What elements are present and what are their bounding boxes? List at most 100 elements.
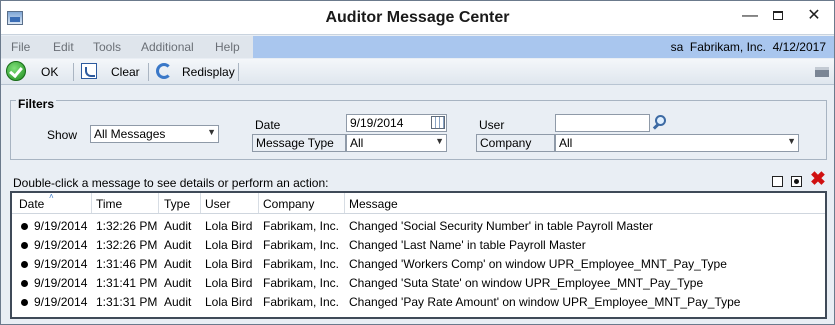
column-header-type[interactable]: Type bbox=[164, 197, 190, 211]
cell-time: 1:31:41 PM bbox=[96, 276, 158, 290]
show-select-value: All Messages bbox=[94, 127, 166, 141]
cell-date: 9/19/2014 bbox=[34, 257, 88, 271]
auditor-message-center-window: Auditor Message Center — ✕ File Edit Too… bbox=[0, 0, 835, 325]
column-header-date[interactable]: Date bbox=[19, 197, 44, 211]
message-type-value: All bbox=[350, 136, 364, 150]
message-grid: Date ˄ Time Type User Company Message 9/… bbox=[10, 191, 827, 319]
toolbar-separator bbox=[148, 63, 149, 81]
cell-company: Fabrikam, Inc. bbox=[263, 295, 340, 309]
table-row[interactable]: 9/19/2014 1:31:46 PM Audit Lola Bird Fab… bbox=[12, 255, 825, 274]
redisplay-icon bbox=[156, 63, 172, 79]
cell-type: Audit bbox=[164, 238, 192, 252]
company-select[interactable]: All ▼ bbox=[555, 134, 799, 152]
column-divider bbox=[200, 193, 201, 213]
cell-date: 9/19/2014 bbox=[34, 276, 88, 290]
table-row[interactable]: 9/19/2014 1:31:41 PM Audit Lola Bird Fab… bbox=[12, 274, 825, 293]
company-select-value: All bbox=[559, 136, 573, 150]
toolbar: OK Clear Redisplay bbox=[1, 59, 834, 85]
cell-date: 9/19/2014 bbox=[34, 238, 88, 252]
column-header-user[interactable]: User bbox=[205, 197, 230, 211]
maximize-icon bbox=[773, 11, 783, 20]
cell-company: Fabrikam, Inc. bbox=[263, 276, 340, 290]
cell-type: Audit bbox=[164, 257, 192, 271]
menu-additional[interactable]: Additional bbox=[141, 40, 194, 54]
cell-message: Changed 'Pay Rate Amount' on window UPR_… bbox=[349, 295, 741, 309]
table-row[interactable]: 9/19/2014 1:31:31 PM Audit Lola Bird Fab… bbox=[12, 293, 825, 312]
message-type-select[interactable]: All ▼ bbox=[346, 134, 447, 152]
cell-date: 9/19/2014 bbox=[34, 295, 88, 309]
close-button[interactable]: ✕ bbox=[797, 5, 831, 29]
column-divider bbox=[344, 193, 345, 213]
column-divider bbox=[91, 193, 92, 213]
clear-label: Clear bbox=[111, 65, 140, 79]
user-label: User bbox=[479, 118, 505, 132]
check-circle-icon bbox=[6, 61, 26, 81]
lookup-handle bbox=[652, 123, 660, 130]
toolbar-separator bbox=[73, 63, 74, 81]
column-divider bbox=[158, 193, 159, 213]
ok-label: OK bbox=[41, 65, 59, 79]
date-field-value: 9/19/2014 bbox=[350, 116, 404, 130]
message-bullet-icon bbox=[21, 299, 28, 306]
delete-icon[interactable]: ✖ bbox=[809, 170, 827, 189]
sort-ascending-icon: ˄ bbox=[49, 192, 54, 201]
window-title: Auditor Message Center bbox=[325, 9, 510, 26]
chevron-down-icon: ▼ bbox=[207, 127, 216, 137]
column-header-message[interactable]: Message bbox=[349, 197, 398, 211]
cell-user: Lola Bird bbox=[205, 219, 253, 233]
menu-file[interactable]: File bbox=[11, 40, 30, 54]
user-field[interactable] bbox=[555, 114, 650, 132]
cell-time: 1:31:31 PM bbox=[96, 295, 158, 309]
minimize-button[interactable]: — bbox=[739, 5, 761, 29]
cell-company: Fabrikam, Inc. bbox=[263, 238, 340, 252]
user-info-bar: sa Fabrikam, Inc. 4/12/2017 bbox=[253, 36, 834, 58]
select-all-icon[interactable] bbox=[791, 176, 802, 187]
show-label: Show bbox=[47, 128, 78, 142]
table-row[interactable]: 9/19/2014 1:32:26 PM Audit Lola Bird Fab… bbox=[12, 217, 825, 236]
menu-help[interactable]: Help bbox=[215, 40, 240, 54]
cell-message: Changed 'Last Name' in table Payroll Mas… bbox=[349, 238, 586, 252]
company-label: Company bbox=[476, 134, 555, 152]
redisplay-label: Redisplay bbox=[182, 65, 235, 79]
cell-company: Fabrikam, Inc. bbox=[263, 219, 340, 233]
cell-time: 1:32:26 PM bbox=[96, 219, 158, 233]
table-row[interactable]: 9/19/2014 1:32:26 PM Audit Lola Bird Fab… bbox=[12, 236, 825, 255]
printer-icon[interactable] bbox=[815, 67, 829, 77]
cell-date: 9/19/2014 bbox=[34, 219, 88, 233]
menu-tools[interactable]: Tools bbox=[93, 40, 121, 54]
show-select[interactable]: All Messages ▼ bbox=[90, 125, 219, 143]
cell-user: Lola Bird bbox=[205, 276, 253, 290]
deselect-all-icon[interactable] bbox=[772, 176, 783, 187]
chevron-down-icon: ▼ bbox=[787, 136, 796, 146]
menu-edit[interactable]: Edit bbox=[53, 40, 74, 54]
cell-message: Changed 'Workers Comp' on window UPR_Emp… bbox=[349, 257, 727, 271]
cell-user: Lola Bird bbox=[205, 238, 253, 252]
column-header-time[interactable]: Time bbox=[96, 197, 122, 211]
message-bullet-icon bbox=[21, 242, 28, 249]
cell-user: Lola Bird bbox=[205, 257, 253, 271]
cell-user: Lola Bird bbox=[205, 295, 253, 309]
cell-message: Changed 'Social Security Number' in tabl… bbox=[349, 219, 654, 233]
grid-header: Date ˄ Time Type User Company Message bbox=[12, 192, 825, 214]
cell-type: Audit bbox=[164, 295, 192, 309]
lookup-icon[interactable] bbox=[652, 115, 668, 131]
message-type-label: Message Type bbox=[252, 134, 346, 152]
calendar-icon[interactable] bbox=[431, 116, 445, 129]
cell-message: Changed 'Suta State' on window UPR_Emplo… bbox=[349, 276, 704, 290]
cell-type: Audit bbox=[164, 219, 192, 233]
user-company-date: sa Fabrikam, Inc. 4/12/2017 bbox=[670, 40, 826, 54]
title-bar: Auditor Message Center — ✕ bbox=[1, 1, 834, 35]
toolbar-separator bbox=[238, 63, 239, 81]
cell-company: Fabrikam, Inc. bbox=[263, 257, 340, 271]
filters-title: Filters bbox=[16, 97, 57, 111]
maximize-button[interactable] bbox=[767, 5, 789, 29]
column-header-company[interactable]: Company bbox=[263, 197, 314, 211]
cell-time: 1:31:46 PM bbox=[96, 257, 158, 271]
clear-icon bbox=[81, 63, 97, 79]
instruction-text: Double-click a message to see details or… bbox=[13, 176, 329, 190]
chevron-down-icon: ▼ bbox=[435, 136, 444, 146]
cell-type: Audit bbox=[164, 276, 192, 290]
column-divider bbox=[258, 193, 259, 213]
message-bullet-icon bbox=[21, 261, 28, 268]
cell-time: 1:32:26 PM bbox=[96, 238, 158, 252]
